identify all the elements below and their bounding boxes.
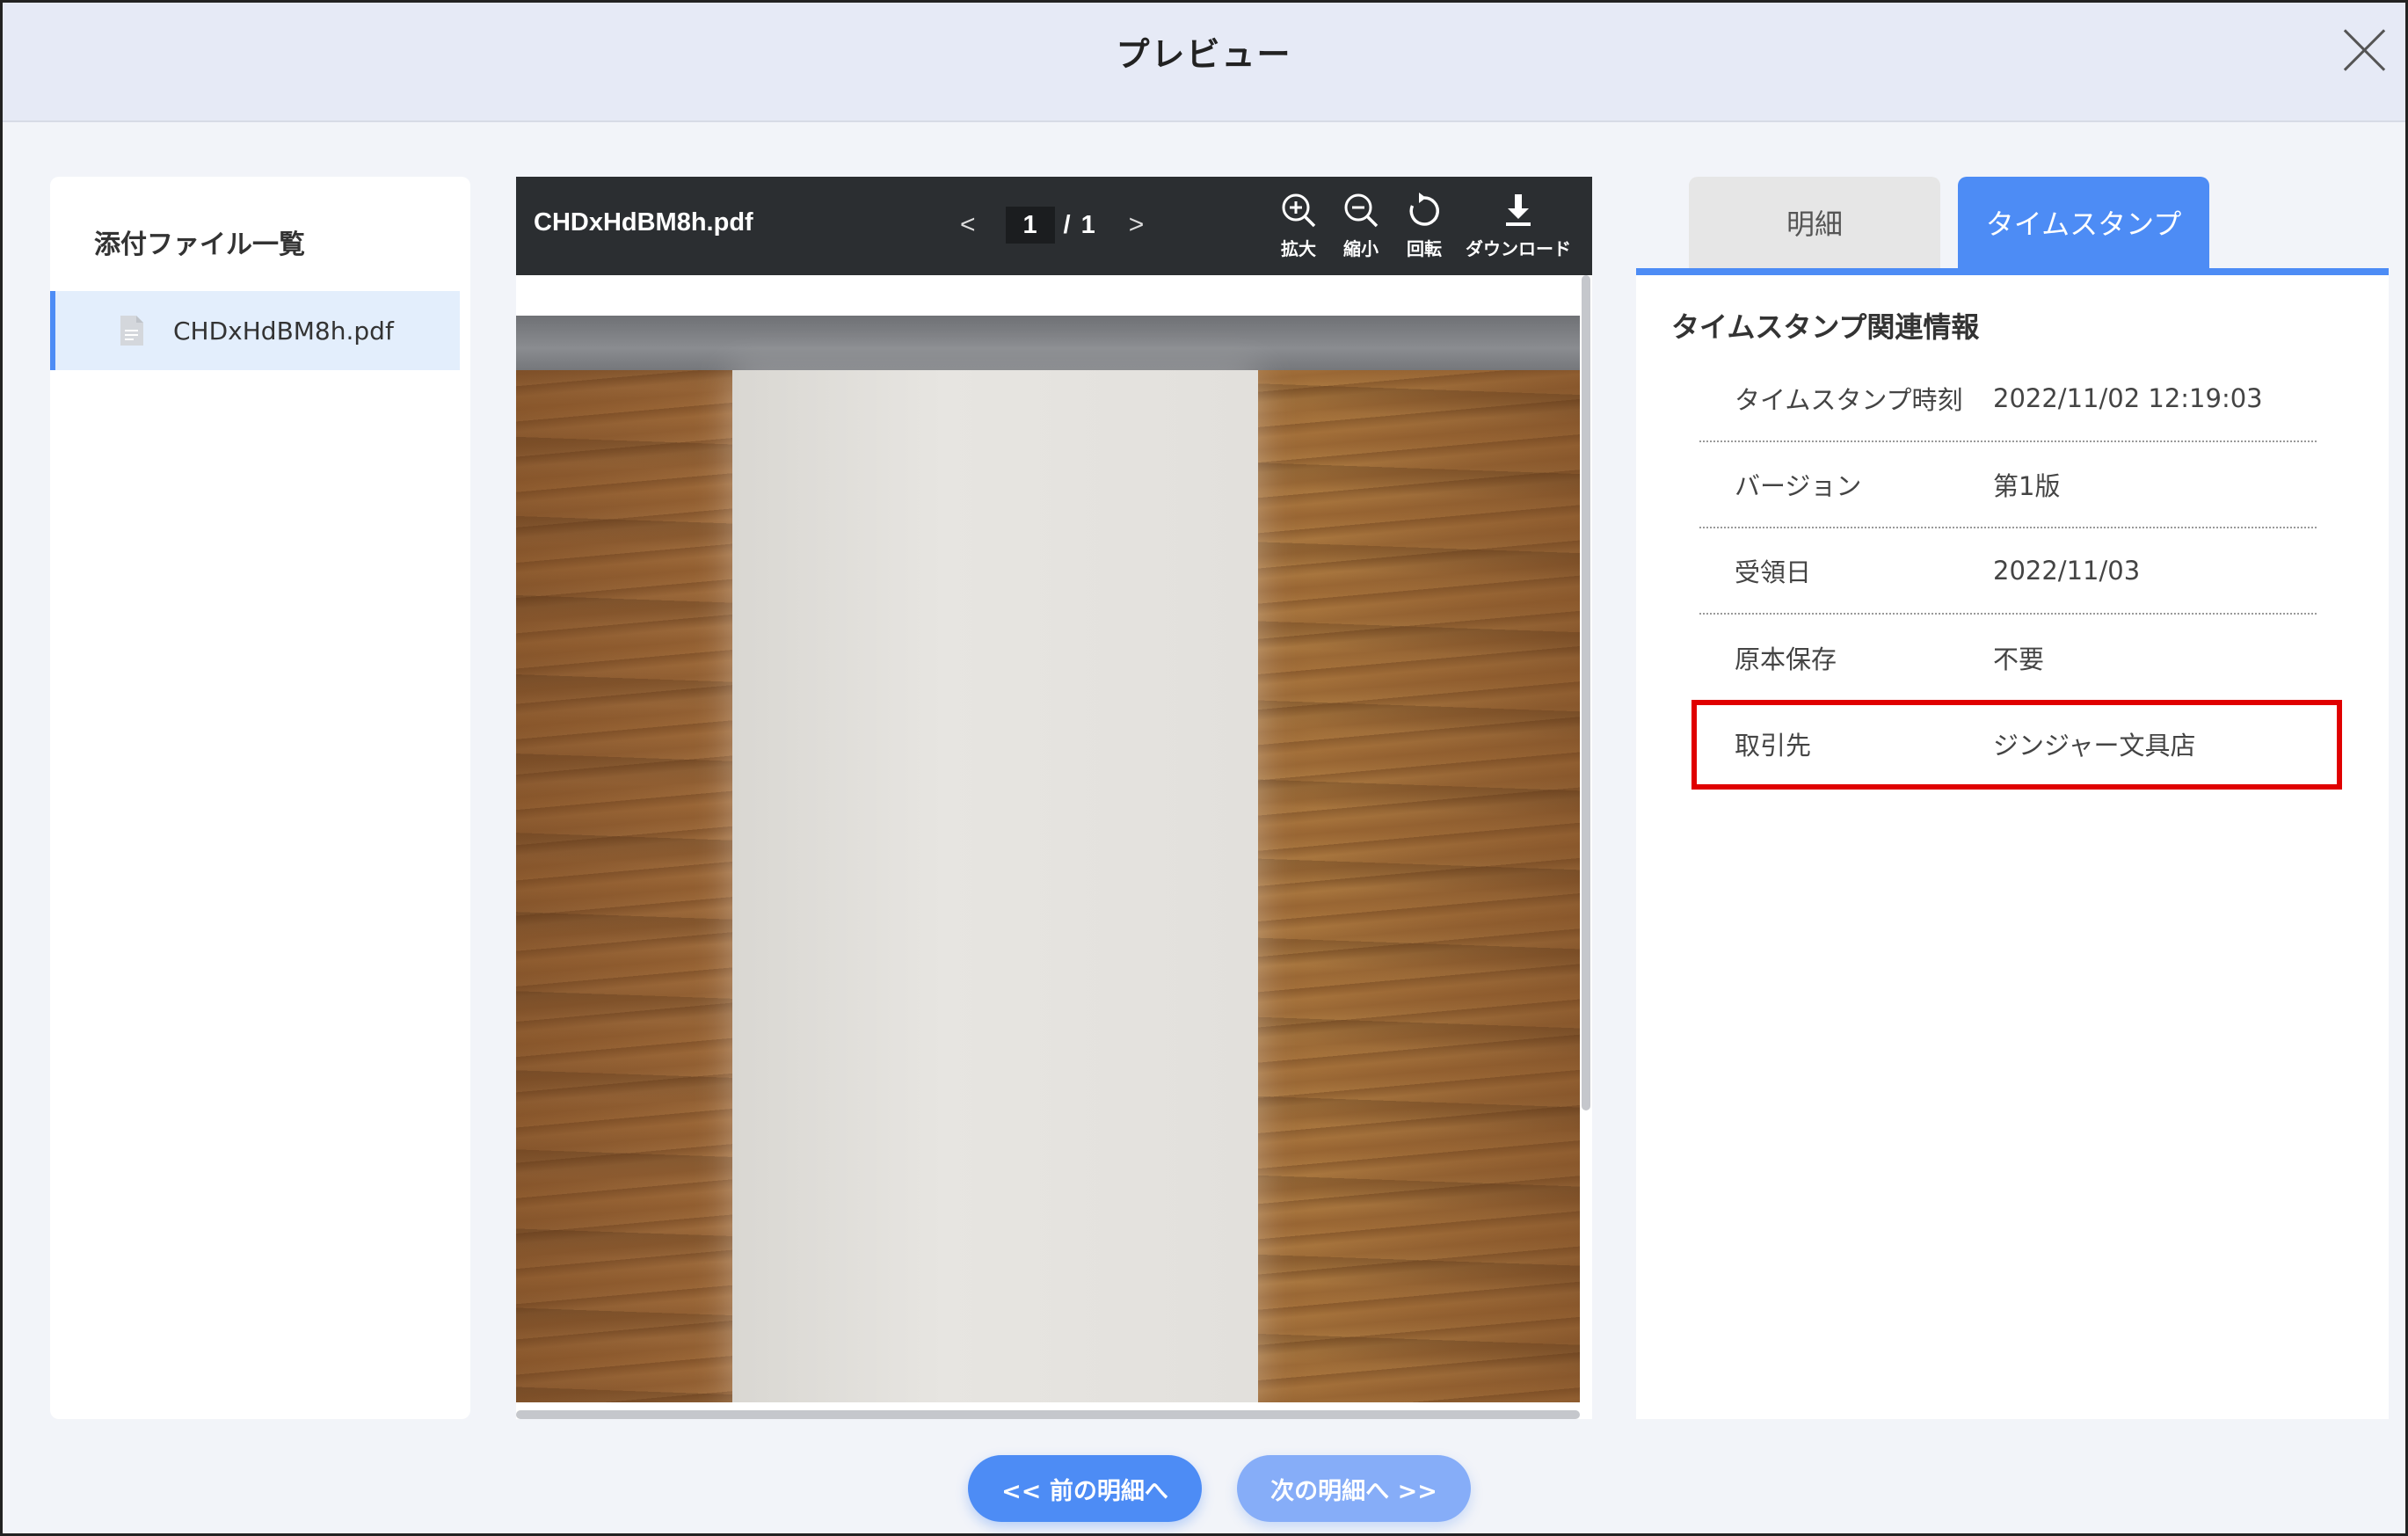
attachment-list-title: 添付ファイル一覧 (94, 229, 305, 260)
download-button[interactable]: ダウンロード (1457, 191, 1580, 260)
download-label: ダウンロード (1466, 238, 1571, 259)
page-number-input[interactable]: 1 (1005, 207, 1055, 244)
vertical-scrollbar[interactable] (1582, 275, 1590, 1110)
download-icon (1506, 194, 1531, 226)
page-total: 1 (1080, 210, 1095, 239)
photo-metal-edge (516, 316, 1580, 370)
info-row-received-date: 受領日 2022/11/03 (1699, 528, 2317, 615)
close-icon[interactable] (2340, 25, 2388, 73)
info-row-original-storage: 原本保存 不要 (1699, 615, 2317, 701)
document-canvas[interactable] (516, 275, 1592, 1419)
receipt-photo (516, 316, 1580, 1402)
zoom-in-icon (1282, 193, 1316, 228)
pdf-viewer: CHDxHdBM8h.pdf < 1 / 1 > 拡大 縮小 回転 ダウンロード (516, 177, 1592, 1419)
zoom-out-icon (1344, 193, 1379, 228)
tab-detail[interactable]: 明細 (1689, 177, 1940, 268)
next-page-button[interactable]: > (1129, 210, 1145, 240)
zoom-in-button[interactable]: 拡大 (1272, 191, 1325, 260)
info-row-version: バージョン 第1版 (1699, 442, 2317, 528)
horizontal-scrollbar[interactable] (516, 1410, 1580, 1419)
page-navigator: < 1 / 1 > (960, 203, 1144, 247)
zoom-out-button[interactable]: 縮小 (1335, 191, 1387, 260)
info-tabs: 明細 タイムスタンプ (1636, 177, 2392, 275)
attachment-list-panel: 添付ファイル一覧 CHDxHdBM8h.pdf (50, 177, 470, 1419)
rotate-icon (1409, 193, 1439, 226)
zoom-out-label: 縮小 (1343, 238, 1379, 259)
dialog-title: プレビュー (1116, 35, 1292, 74)
page-separator: / (1063, 210, 1071, 239)
zoom-in-label: 拡大 (1281, 238, 1316, 259)
info-label: タイムスタンプ時刻 (1735, 385, 1963, 415)
info-value: 不要 (1993, 644, 2045, 674)
info-value: 2022/11/02 12:19:03 (1993, 383, 2263, 413)
document-icon (119, 314, 145, 347)
viewer-toolbar: CHDxHdBM8h.pdf < 1 / 1 > 拡大 縮小 回転 ダウンロード (516, 177, 1592, 275)
receipt-paper (732, 370, 1258, 1402)
tab-underline (1636, 268, 2389, 275)
dialog-header: プレビュー (3, 3, 2405, 122)
attachment-file-name: CHDxHdBM8h.pdf (173, 316, 394, 346)
rotate-button[interactable]: 回転 (1398, 191, 1451, 260)
attachment-file-item[interactable]: CHDxHdBM8h.pdf (50, 291, 460, 370)
timestamp-info-panel: タイムスタンプ関連情報 タイムスタンプ時刻 2022/11/02 12:19:0… (1636, 275, 2389, 1419)
info-value: 第1版 (1993, 471, 2061, 501)
rotate-label: 回転 (1407, 238, 1442, 259)
supplier-highlight-box (1691, 700, 2342, 790)
prev-page-button[interactable]: < (960, 210, 976, 240)
tab-timestamp[interactable]: タイムスタンプ (1958, 177, 2209, 268)
viewer-filename: CHDxHdBM8h.pdf (534, 208, 753, 237)
timestamp-info-title: タイムスタンプ関連情報 (1671, 310, 1980, 344)
info-label: 原本保存 (1735, 644, 1837, 674)
prev-detail-button[interactable]: << 前の明細へ (968, 1455, 1202, 1522)
info-row-timestamp-time: タイムスタンプ時刻 2022/11/02 12:19:03 (1699, 356, 2317, 442)
next-detail-button[interactable]: 次の明細へ >> (1237, 1455, 1471, 1522)
info-value: 2022/11/03 (1993, 556, 2141, 586)
preview-dialog: プレビュー 添付ファイル一覧 CHDxHdBM8h.pdf CHDxHdBM8h… (0, 0, 2408, 1536)
info-label: 受領日 (1735, 557, 1812, 587)
info-label: バージョン (1735, 471, 1862, 501)
